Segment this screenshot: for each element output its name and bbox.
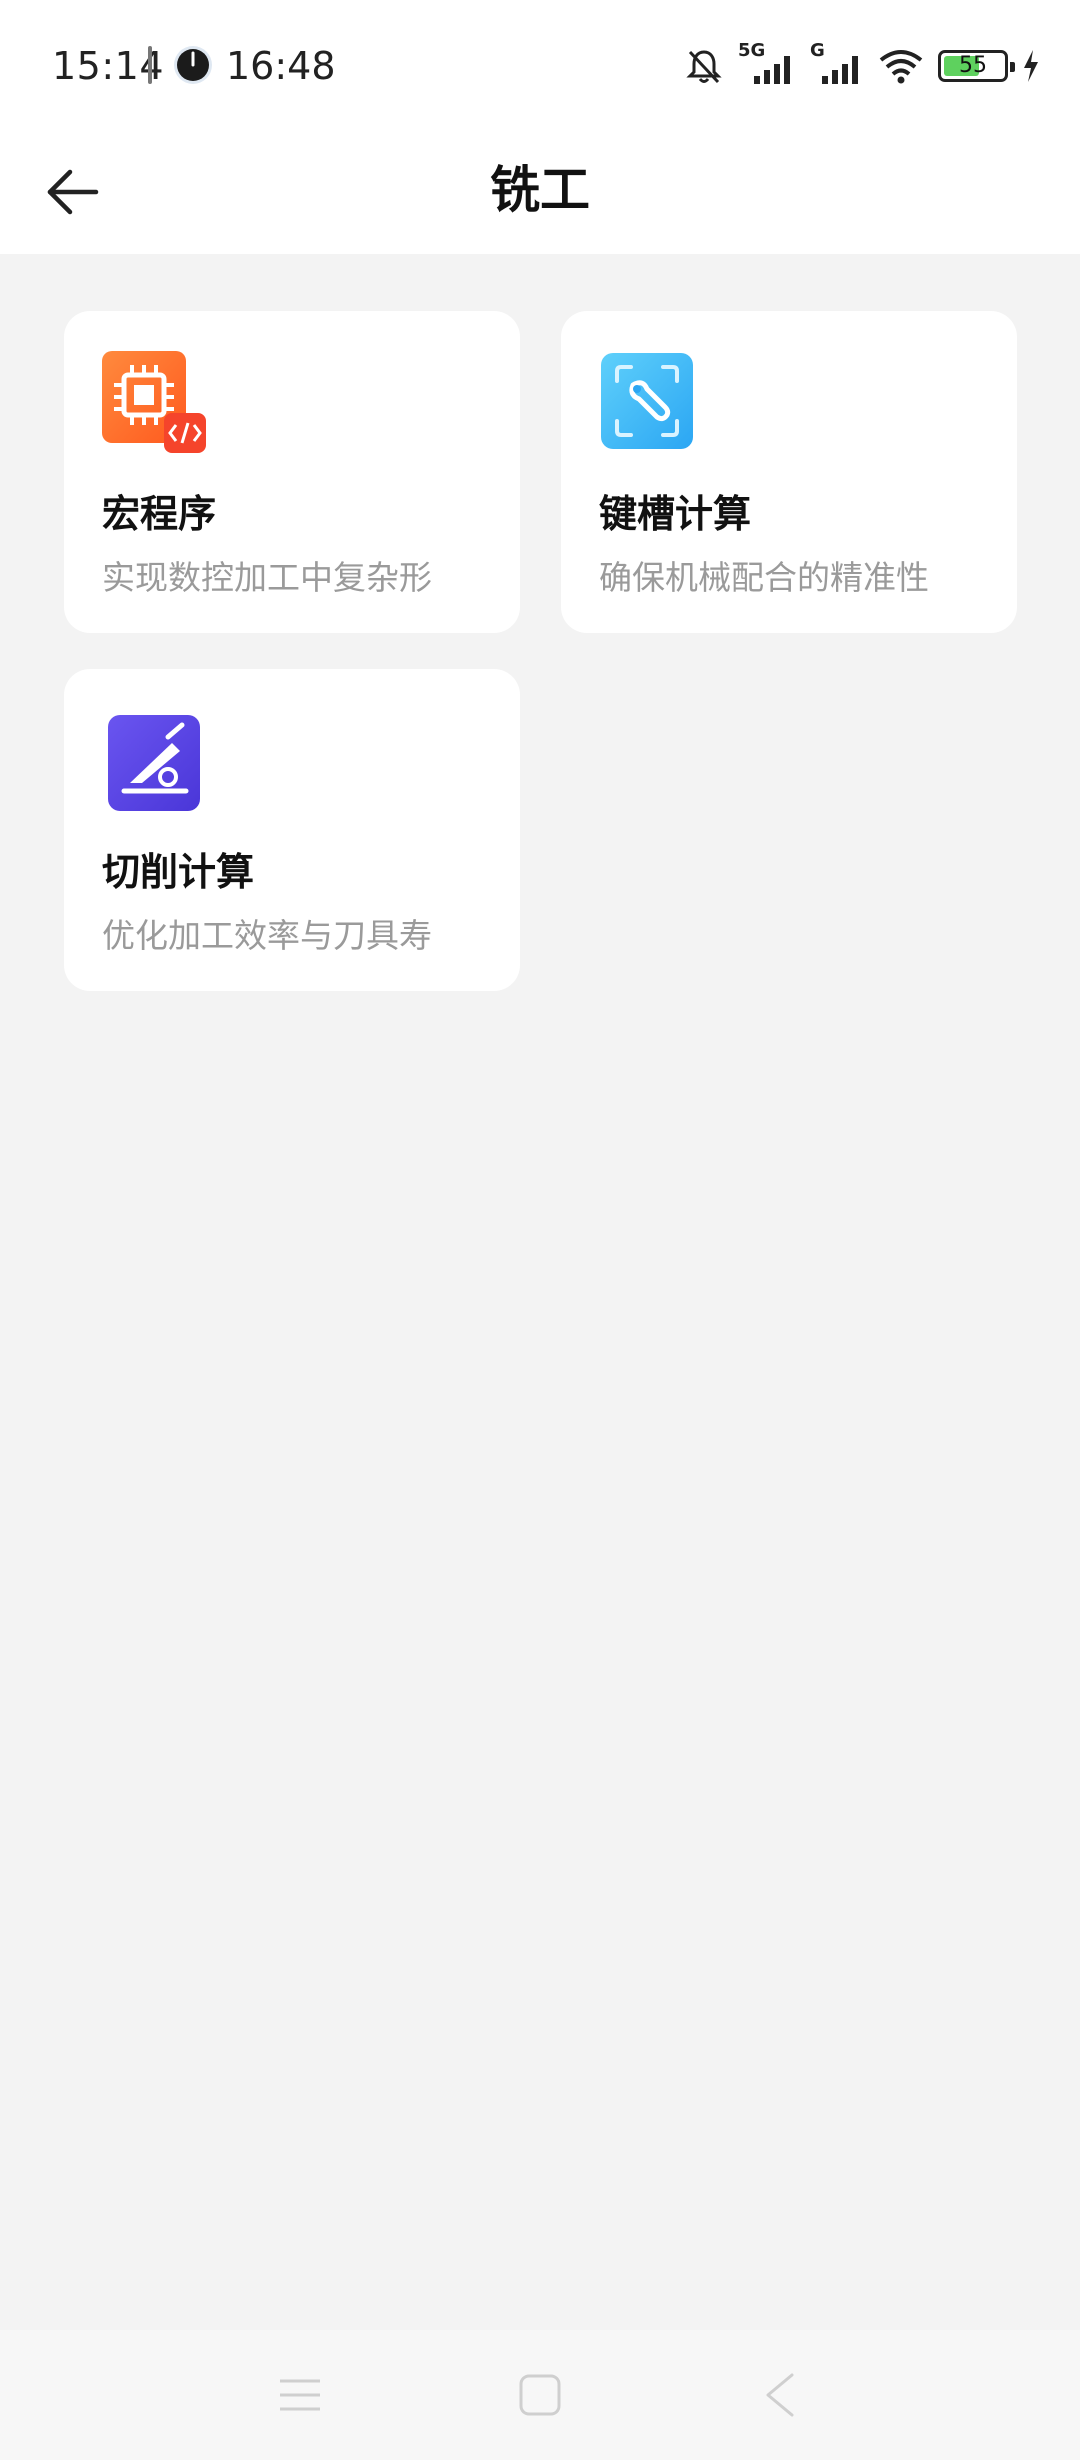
system-nav-bar	[0, 2330, 1080, 2460]
status-bar: 15:14 16:48 5G G 55	[0, 0, 1080, 136]
mute-bell-icon	[686, 50, 722, 84]
battery-icon: 55	[938, 50, 1015, 82]
back-nav-button[interactable]	[740, 2360, 820, 2430]
card-title: 宏程序	[102, 492, 217, 536]
card-keyway-calculation[interactable]: 键槽计算 确保机械配合的精准性	[561, 311, 1017, 633]
back-chevron-icon	[766, 2373, 794, 2417]
wifi-icon	[879, 50, 923, 84]
wrench-scan-icon	[601, 353, 693, 449]
card-description: 优化加工效率与刀具寿	[102, 916, 432, 955]
page-title: 铣工	[490, 161, 590, 219]
signal-5g-icon: 5G	[738, 40, 796, 86]
macro-chip-code-icon	[102, 351, 206, 453]
card-title: 切削计算	[102, 850, 255, 894]
home-button[interactable]	[500, 2360, 580, 2430]
card-description: 实现数控加工中复杂形	[102, 558, 432, 597]
home-square-icon	[519, 2374, 561, 2416]
stopwatch-icon	[174, 46, 212, 84]
card-cutting-calculation[interactable]: 切削计算 优化加工效率与刀具寿	[64, 669, 520, 991]
card-title: 键槽计算	[599, 492, 752, 536]
signal-g-icon: G	[810, 40, 864, 86]
status-secondary-time: 16:48	[226, 44, 336, 88]
app-header: 铣工	[0, 136, 1080, 254]
card-description: 确保机械配合的精准性	[599, 558, 929, 597]
charging-icon	[1024, 50, 1038, 82]
battery-level: 55	[959, 53, 987, 78]
menu-icon	[280, 2379, 320, 2411]
cutting-tool-icon	[108, 715, 200, 811]
menu-button[interactable]	[260, 2360, 340, 2430]
card-macro-program[interactable]: 宏程序 实现数控加工中复杂形	[64, 311, 520, 633]
status-separator	[148, 46, 152, 84]
